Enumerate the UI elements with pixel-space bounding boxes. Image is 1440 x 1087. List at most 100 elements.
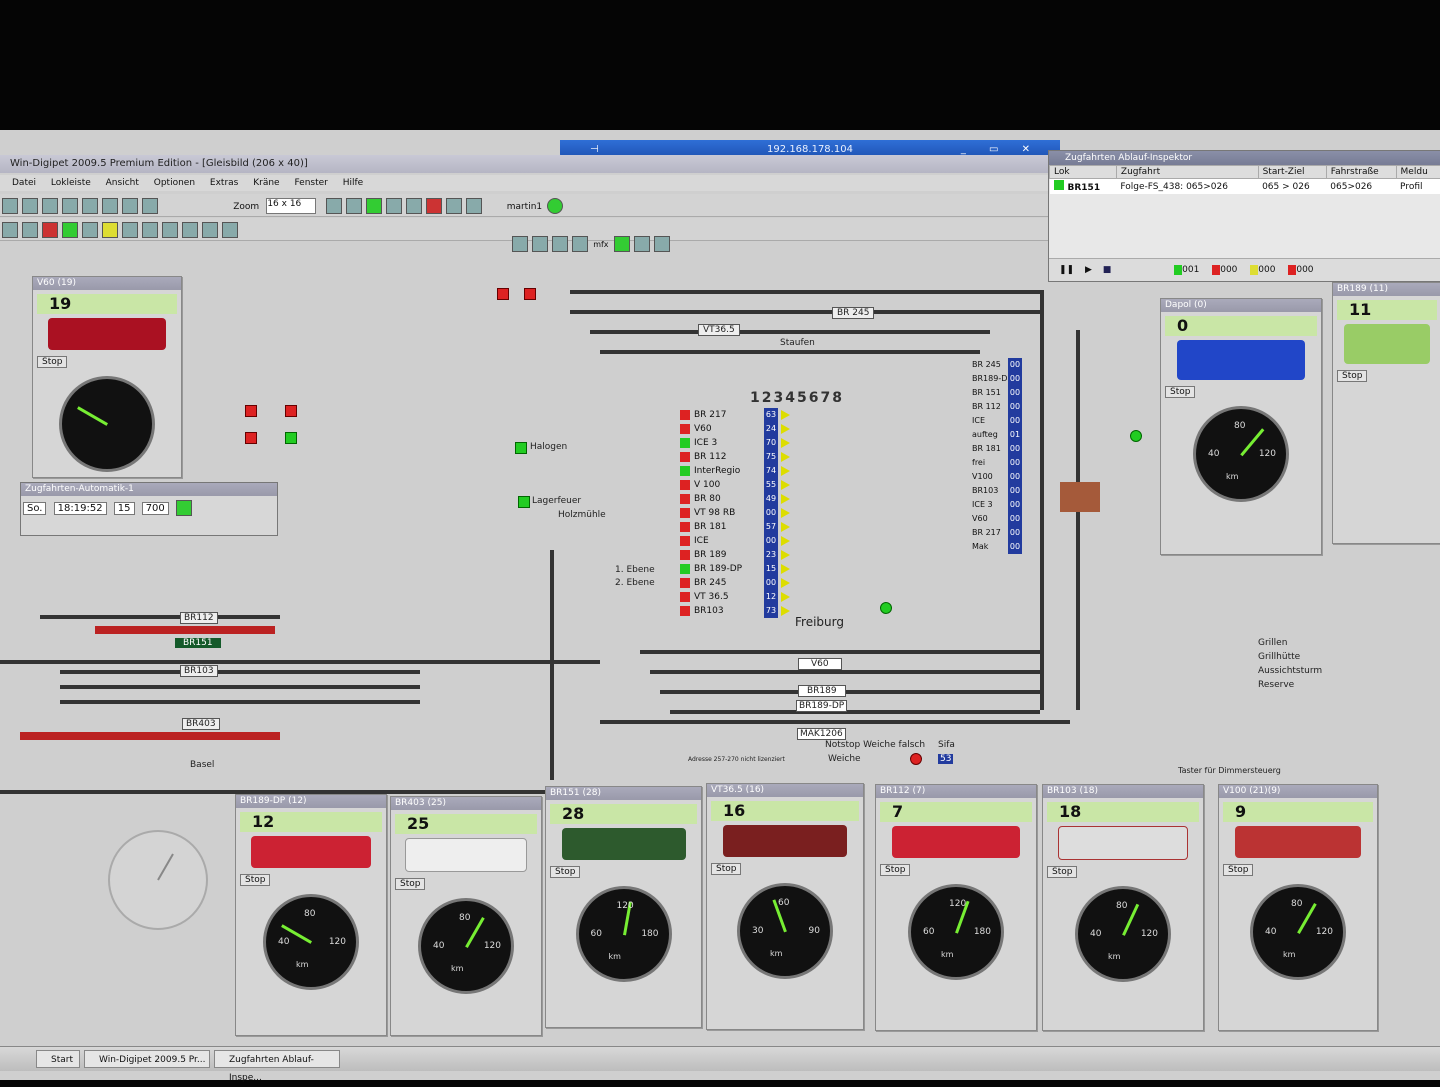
col-fahrstrasse[interactable]: Fahrstraße [1326,166,1396,179]
menu-lokleiste[interactable]: Lokleiste [51,178,91,188]
tool-icon[interactable] [22,222,38,238]
stop-button[interactable]: Stop [1223,864,1253,876]
route-row[interactable]: VT 36.512 [680,590,790,604]
stop-button[interactable]: Stop [1165,386,1195,398]
tool-icon[interactable] [122,222,138,238]
pause-icon[interactable]: ❚❚ [1059,265,1074,275]
tool-icon[interactable] [22,198,38,214]
assignment-row[interactable]: ICE 300 [972,498,1022,512]
red-tool-icon[interactable] [426,198,442,214]
lagerfeuer-label[interactable]: Lagerfeuer [532,496,581,506]
menu-optionen[interactable]: Optionen [154,178,195,188]
tool-icon[interactable] [42,198,58,214]
assignment-row[interactable]: V10000 [972,470,1022,484]
grillen-button[interactable]: Grillen [1258,638,1287,648]
signal-red[interactable] [245,432,257,444]
stop-icon[interactable]: ■ [1103,265,1112,275]
signal-green[interactable] [285,432,297,444]
route-row[interactable]: BR 11275 [680,450,790,464]
tool-icon[interactable] [82,198,98,214]
route-row[interactable]: V 10055 [680,478,790,492]
route-row[interactable]: V6024 [680,422,790,436]
status-icon[interactable] [547,198,563,214]
tool-icon[interactable] [202,222,218,238]
grillhuette-button[interactable]: Grillhütte [1258,652,1300,662]
start-button[interactable]: Start [36,1050,80,1068]
reserve-button[interactable]: Reserve [1258,680,1294,690]
menu-fenster[interactable]: Fenster [294,178,327,188]
stop-button[interactable]: Stop [711,863,741,875]
menu-datei[interactable]: Datei [12,178,36,188]
route-row[interactable]: InterRegio74 [680,464,790,478]
green-tool-icon[interactable] [366,198,382,214]
route-row[interactable]: BR10373 [680,604,790,618]
tool-icon[interactable] [122,198,138,214]
tool-icon[interactable] [62,198,78,214]
route-row[interactable]: BR 18923 [680,548,790,562]
tool-icon[interactable] [386,198,402,214]
route-row[interactable]: ICE 370 [680,436,790,450]
level-1-button[interactable]: 1. Ebene [615,565,655,575]
signal-green[interactable] [515,442,527,454]
route-row[interactable]: VT 98 RB00 [680,506,790,520]
assignment-row[interactable]: BR 21700 [972,526,1022,540]
signal-green[interactable] [880,602,892,614]
signal-green[interactable] [1130,430,1142,442]
run-icon[interactable] [176,500,192,516]
stop-button[interactable]: Stop [550,866,580,878]
menu-extras[interactable]: Extras [210,178,238,188]
tool-icon[interactable] [406,198,422,214]
menu-hilfe[interactable]: Hilfe [343,178,363,188]
assignment-row[interactable]: V6000 [972,512,1022,526]
assignment-row[interactable]: BR10300 [972,484,1022,498]
assignment-row[interactable]: ICE00 [972,414,1022,428]
assignment-row[interactable]: frei00 [972,456,1022,470]
mfx-button[interactable]: mfx [593,240,608,249]
route-row[interactable]: BR 21763 [680,408,790,422]
tool-icon[interactable] [162,222,178,238]
signal-red[interactable] [497,288,509,300]
assignment-row[interactable]: BR 15100 [972,386,1022,400]
signal-red[interactable] [524,288,536,300]
stop-button[interactable]: Stop [240,874,270,886]
stop-button[interactable]: Stop [37,356,67,368]
stop-button[interactable]: Stop [1047,866,1077,878]
assignment-row[interactable]: BR 18100 [972,442,1022,456]
zoom-select[interactable]: 16 x 16 [266,198,316,214]
zoom-in-icon[interactable] [326,198,342,214]
stop-button[interactable]: Stop [1337,370,1367,382]
assignment-row[interactable]: Mak00 [972,540,1022,554]
col-zugfahrt[interactable]: Zugfahrt [1116,166,1258,179]
stop-button[interactable]: Stop [880,864,910,876]
delay-field[interactable]: 700 [142,502,169,515]
taskbar-item-digipet[interactable]: Win-Digipet 2009.5 Pr... [84,1050,210,1068]
col-lok[interactable]: Lok [1050,166,1117,179]
menu-kraene[interactable]: Kräne [253,178,279,188]
table-row[interactable]: BR151 Folge-FS_438: 065>026 065 > 026 06… [1050,179,1440,195]
route-row[interactable]: ICE00 [680,534,790,548]
route-row[interactable]: BR 24500 [680,576,790,590]
tool-icon[interactable] [2,198,18,214]
level-2-button[interactable]: 2. Ebene [615,578,655,588]
col-meldung[interactable]: Meldu [1396,166,1440,179]
assignment-row[interactable]: BR 11200 [972,400,1022,414]
taskbar-item-inspector[interactable]: Zugfahrten Ablauf-Inspe... [214,1050,340,1068]
tool-icon[interactable] [222,222,238,238]
signal-green[interactable] [518,496,530,508]
stop-button[interactable]: Stop [395,878,425,890]
user-name[interactable]: martin1 [507,202,542,212]
col-start-ziel[interactable]: Start-Ziel [1258,166,1326,179]
yellow-tool-icon[interactable] [102,222,118,238]
halogen-label[interactable]: Halogen [530,442,567,452]
assignment-row[interactable]: aufteg01 [972,428,1022,442]
tool-icon[interactable] [182,222,198,238]
green-tool-icon[interactable] [62,222,78,238]
signal-red[interactable] [910,753,922,765]
signal-red[interactable] [245,405,257,417]
play-icon[interactable]: ▶ [1085,265,1092,275]
tool-icon[interactable] [142,198,158,214]
aussichtsturm-button[interactable]: Aussichtsturm [1258,666,1322,676]
tool-icon[interactable] [2,222,18,238]
tool-icon[interactable] [142,222,158,238]
zoom-out-icon[interactable] [346,198,362,214]
